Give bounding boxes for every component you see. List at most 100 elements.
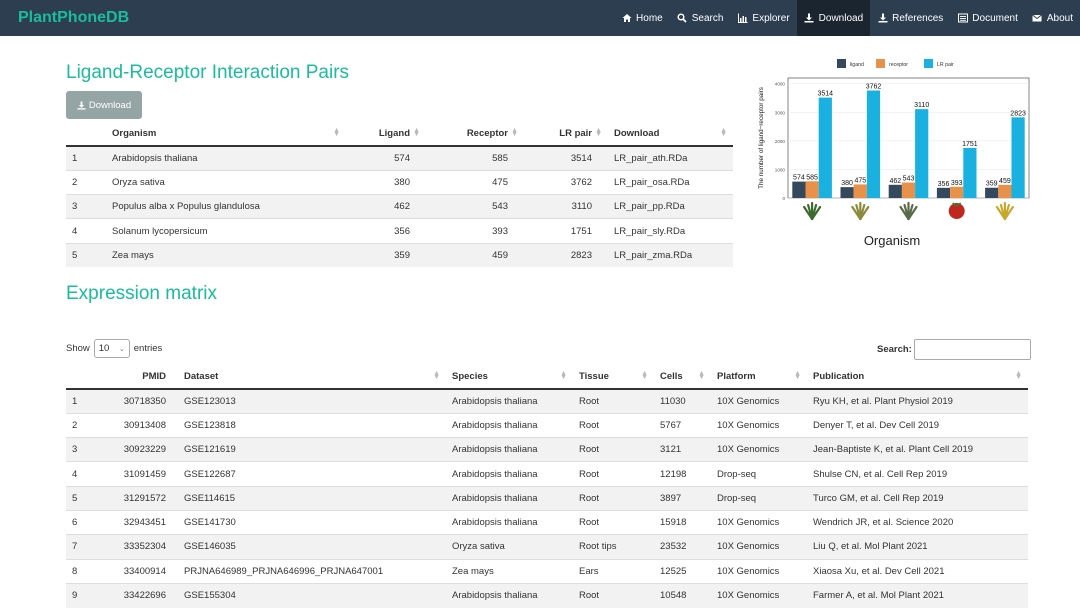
bar [840,187,854,198]
expr-header-dataset[interactable]: Dataset ▲ ▼ [172,364,446,390]
lr-header-download[interactable]: Download ▲ ▼ [608,121,733,147]
table-cell: 393 [426,218,524,244]
bar-value-label: 574 [793,175,805,182]
legend-label: ligand [850,62,864,68]
table-row: 9 33422696 GSE155304 Arabidopsis thaliana Ro… [66,582,1028,608]
download-file-link[interactable]: LR_pair_osa.RDa [608,169,733,195]
y-tick-label: 4000 [775,82,786,87]
table-cell: Root [573,461,654,487]
table-cell: Arabidopsis thaliana [446,509,573,535]
table-cell: 15918 [654,509,711,535]
lr-header-index [66,121,102,147]
table-cell: Arabidopsis thaliana [446,388,573,414]
table-cell: 12198 [654,461,711,487]
table-cell: GSE123818 [172,412,446,438]
table-row: 5 Zea mays 359 459 2823 LR_pair_zma.RDa [66,242,733,268]
nav-home[interactable]: Home [614,0,670,36]
plant-icon [995,201,1014,221]
lr-header-lrpair[interactable]: LR pair ▲ ▼ [524,121,608,147]
nav-explorer[interactable]: Explorer [730,0,796,36]
lr-header-ligand[interactable]: Ligand ▲ ▼ [346,121,426,147]
download-icon [804,13,815,24]
download-file-link[interactable]: LR_pair_ath.RDa [608,145,733,171]
expr-section-title: Expression matrix [66,283,217,304]
table-row: 6 32943451 GSE141730 Arabidopsis thaliana Ro… [66,509,1028,535]
brand-logo[interactable]: PlantPhoneDB [18,9,129,27]
bar-value-label: 3110 [914,102,929,109]
table-cell: 30718350 [112,388,172,414]
table-cell: Drop-seq [711,461,807,487]
lr-header-organism[interactable]: Organism ▲ ▼ [102,121,346,147]
expr-header-tissue[interactable]: Tissue ▲ ▼ [573,364,654,390]
bar [936,187,951,198]
expr-header-platform[interactable]: Platform ▲ ▼ [711,364,807,390]
bar-value-label: 1751 [962,141,978,148]
nav-about[interactable]: About [1025,0,1080,36]
nav-search[interactable]: Search [670,0,731,36]
table-cell: GSE121619 [172,437,446,462]
expr-header-cells[interactable]: Cells ▲ ▼ [654,364,711,390]
table-cell: 10X Genomics [711,509,807,535]
expr-header-publication[interactable]: Publication ▲ ▼ [807,364,1028,390]
table-cell: 12525 [654,558,711,584]
search-input[interactable] [913,339,1031,360]
entries-length-control: Show 10 ⌄ entries [66,339,162,358]
table-cell: 23532 [654,534,711,560]
list-icon [957,13,968,24]
bar-value-label: 3514 [818,91,834,98]
table-cell: 3897 [654,485,711,511]
bar-value-label: 2823 [1010,110,1026,117]
bar [985,187,999,198]
bar [805,181,819,198]
table-cell: Root [573,388,654,414]
table-cell: Shulse CN, et al. Cell Rep 2019 [807,461,1028,487]
bar [792,181,806,198]
expr-header-pmid[interactable]: PMID [112,364,172,390]
table-cell: Oryza sativa [446,534,573,560]
legend-swatch [876,59,885,68]
table-row: 4 Solanum lycopersicum 356 393 1751 LR_pair_s… [66,218,733,244]
table-cell: 459 [426,242,524,268]
table-cell: Arabidopsis thaliana [446,582,573,608]
table-cell: 9 [66,582,112,608]
table-row: 2 Oryza sativa 380 475 3762 LR_pair_osa.RDa [66,169,733,195]
table-cell: 3121 [654,437,711,462]
download-file-link[interactable]: LR_pair_pp.RDa [608,194,733,219]
y-tick-label: 0 [782,196,785,201]
table-cell: 585 [426,145,524,171]
table-cell: 31291572 [112,485,172,511]
nav-download-label: Download [818,12,864,24]
sort-icon: ▲ ▼ [511,127,518,138]
table-row: 3 Populus alba x Populus glandulosa 462 543… [66,194,733,219]
bar-value-label: 585 [806,174,818,181]
bar [998,184,1012,198]
table-cell: GSE155304 [172,582,446,608]
nav-document[interactable]: Document [950,0,1025,36]
download-file-link[interactable]: LR_pair_zma.RDa [608,242,733,268]
table-cell: GSE122687 [172,461,446,487]
entries-select[interactable]: 10 ⌄ [93,339,130,358]
bar-value-label: 543 [903,175,915,182]
table-cell: Solanum lycopersicum [102,218,346,244]
table-cell: 3514 [524,145,608,171]
bar [866,90,881,198]
table-cell: 30913408 [112,412,172,438]
table-cell: Ryu KH, et al. Plant Physiol 2019 [807,388,1028,414]
table-cell: Arabidopsis thaliana [446,437,573,462]
download-file-link[interactable]: LR_pair_sly.RDa [608,218,733,244]
table-cell: 10X Genomics [711,412,807,438]
table-cell: Root [573,509,654,535]
lr-header-receptor[interactable]: Receptor ▲ ▼ [426,121,524,147]
envelope-icon [1032,13,1043,24]
nav-download[interactable]: Download [796,0,871,36]
table-row: 1 30718350 GSE123013 Arabidopsis thaliana Ro… [66,388,1028,414]
table-cell: 6 [66,509,112,535]
table-cell: 1 [66,388,112,414]
table-cell: 5 [66,242,102,268]
bar [963,147,977,198]
nav-references[interactable]: References [870,0,950,36]
download-button[interactable]: Download [66,91,142,119]
expr-header-species[interactable]: Species ▲ ▼ [446,364,573,390]
table-cell: Populus alba x Populus glandulosa [102,194,346,219]
home-icon [621,13,632,24]
